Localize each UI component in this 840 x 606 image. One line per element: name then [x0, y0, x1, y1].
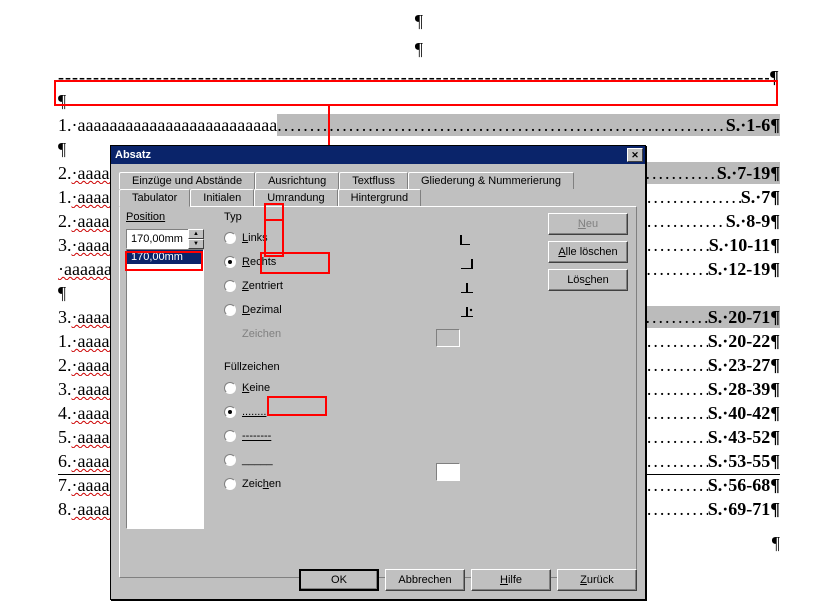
tabstop-decimal-icon [460, 307, 474, 317]
tab-strip: Einzüge und AbständeAusrichtungTextfluss… [119, 172, 637, 206]
toc-line: 1.·aaaaaaaaaaaaaaaaaaaaaaaaa............… [58, 114, 780, 136]
help-button[interactable]: Hilfe [471, 569, 551, 591]
radio-keine[interactable]: Keine [224, 379, 474, 397]
radio-links[interactable]: Links [224, 229, 474, 247]
type-group-label: Typ [224, 211, 474, 223]
tab-textfluss[interactable]: Textfluss [339, 172, 408, 189]
radio-dezimal[interactable]: Dezimal [224, 301, 474, 319]
tabstop-right-icon [460, 259, 474, 269]
tab-initialen[interactable]: Initialen [190, 189, 254, 206]
new-button: Neu [548, 213, 628, 235]
highlight-box [264, 219, 284, 257]
radio-dashes[interactable]: -------- [224, 427, 474, 445]
spinner[interactable]: ▲▼ [188, 229, 204, 249]
delete-all-button[interactable]: Alle löschen [548, 241, 628, 263]
tab-ausrichtung[interactable]: Ausrichtung [255, 172, 339, 189]
position-list[interactable]: 170,00mm [126, 249, 204, 529]
back-button[interactable]: Zurück [557, 569, 637, 591]
paragraph-mark: ¶ [58, 38, 780, 60]
spin-up-icon[interactable]: ▲ [188, 229, 204, 239]
highlight-box [267, 396, 327, 416]
dialog-titlebar[interactable]: Absatz ✕ [111, 146, 645, 164]
dialog-button-row: OK Abbrechen Hilfe Zurück [299, 569, 637, 591]
paragraph-dialog: Absatz ✕ Einzüge und AbständeAusrichtung… [110, 145, 646, 600]
paragraph-mark: ¶ [58, 10, 780, 32]
dialog-title: Absatz [115, 149, 151, 161]
cancel-button[interactable]: Abbrechen [385, 569, 465, 591]
close-button[interactable]: ✕ [627, 148, 643, 162]
tabstop-left-icon [460, 235, 474, 245]
position-label: Position [126, 211, 204, 223]
decimal-char-input [436, 329, 460, 347]
tab-gliederung-nummerierung[interactable]: Gliederung & Nummerierung [408, 172, 574, 189]
fill-char-input[interactable] [436, 463, 460, 481]
tabstop-center-icon [460, 283, 474, 293]
radio-dots[interactable]: ........ [224, 403, 474, 421]
tab-einz-ge-und-abst-nde[interactable]: Einzüge und Abstände [119, 172, 255, 189]
radio-zentriert[interactable]: Zentriert [224, 277, 474, 295]
highlight-connector [328, 106, 330, 147]
tab-tabulator[interactable]: Tabulator [119, 189, 190, 207]
highlight-box [125, 251, 203, 271]
fill-group-label: Füllzeichen [224, 361, 474, 373]
delete-button[interactable]: Löschen [548, 269, 628, 291]
ok-button[interactable]: OK [299, 569, 379, 591]
tab-hintergrund[interactable]: Hintergrund [338, 189, 421, 206]
spin-down-icon[interactable]: ▼ [188, 239, 204, 249]
highlight-box [54, 80, 778, 106]
